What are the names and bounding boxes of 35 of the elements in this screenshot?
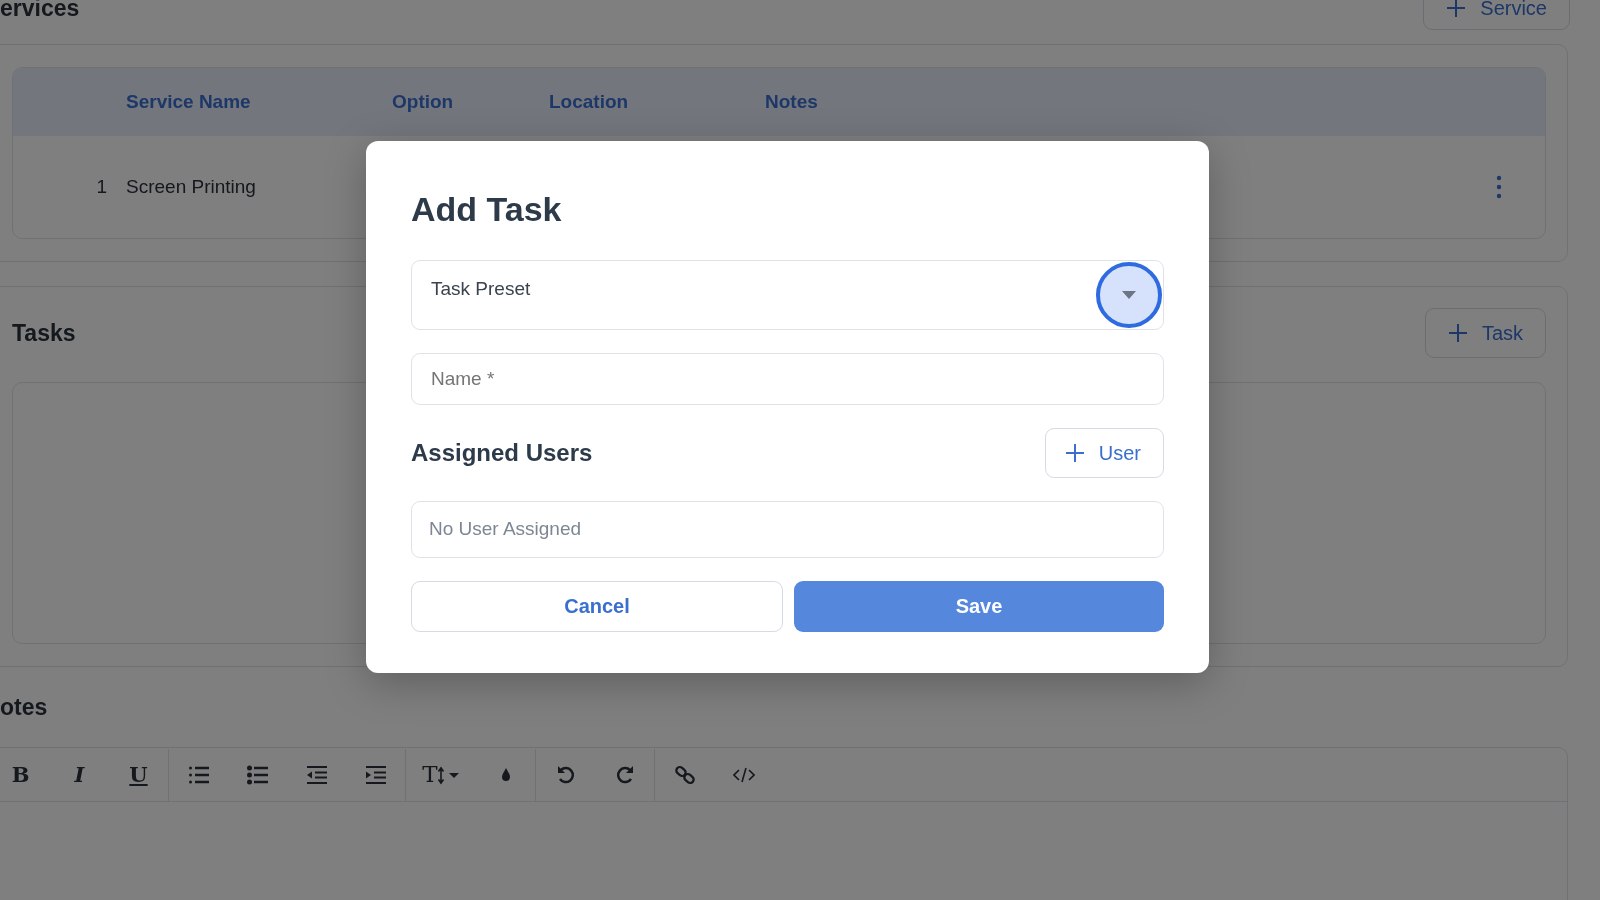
bullet-list-icon	[246, 764, 269, 785]
more-icon[interactable]	[1496, 175, 1502, 199]
section-title: Assigned Users	[411, 437, 593, 468]
empty-text: No User Assigned	[429, 517, 582, 542]
font-size-button[interactable]: T	[406, 754, 476, 795]
format-button[interactable]: I	[50, 754, 109, 795]
column-header: Service Name	[126, 90, 251, 112]
plus-icon	[1446, 0, 1467, 18]
add-user-button[interactable]: User	[1044, 427, 1164, 478]
add-task-button[interactable]: Task	[1424, 308, 1546, 358]
outdent-icon	[305, 764, 328, 785]
modal-title: Add Task	[411, 189, 563, 230]
column-header: Option	[392, 90, 454, 112]
link-icon	[673, 764, 696, 785]
format-button[interactable]: B	[0, 754, 50, 795]
section-title: ervices	[0, 0, 80, 23]
cancel-button[interactable]: Cancel	[411, 580, 783, 632]
caret-icon	[1122, 290, 1136, 299]
plus-icon	[1447, 323, 1468, 343]
row-number: 1	[96, 175, 107, 197]
dropdown-toggle[interactable]	[1096, 261, 1162, 328]
add-service-button[interactable]: Service	[1423, 0, 1570, 30]
plus-icon	[1064, 442, 1085, 463]
field-label: Task Preset	[431, 276, 532, 301]
column-header: Notes	[765, 90, 818, 112]
task-preset-select[interactable]: Task Preset	[411, 259, 1164, 330]
column-header: Location	[549, 90, 629, 112]
save-button[interactable]: Save	[794, 580, 1164, 632]
section-title: otes	[0, 692, 48, 722]
caret-icon	[437, 764, 460, 785]
indent-icon	[364, 764, 387, 785]
format-button[interactable]: U	[109, 754, 168, 795]
table-cell-text: Screen Printing	[126, 174, 256, 199]
section-title: Tasks	[12, 318, 76, 348]
name-input[interactable]: Name *	[411, 352, 1164, 405]
